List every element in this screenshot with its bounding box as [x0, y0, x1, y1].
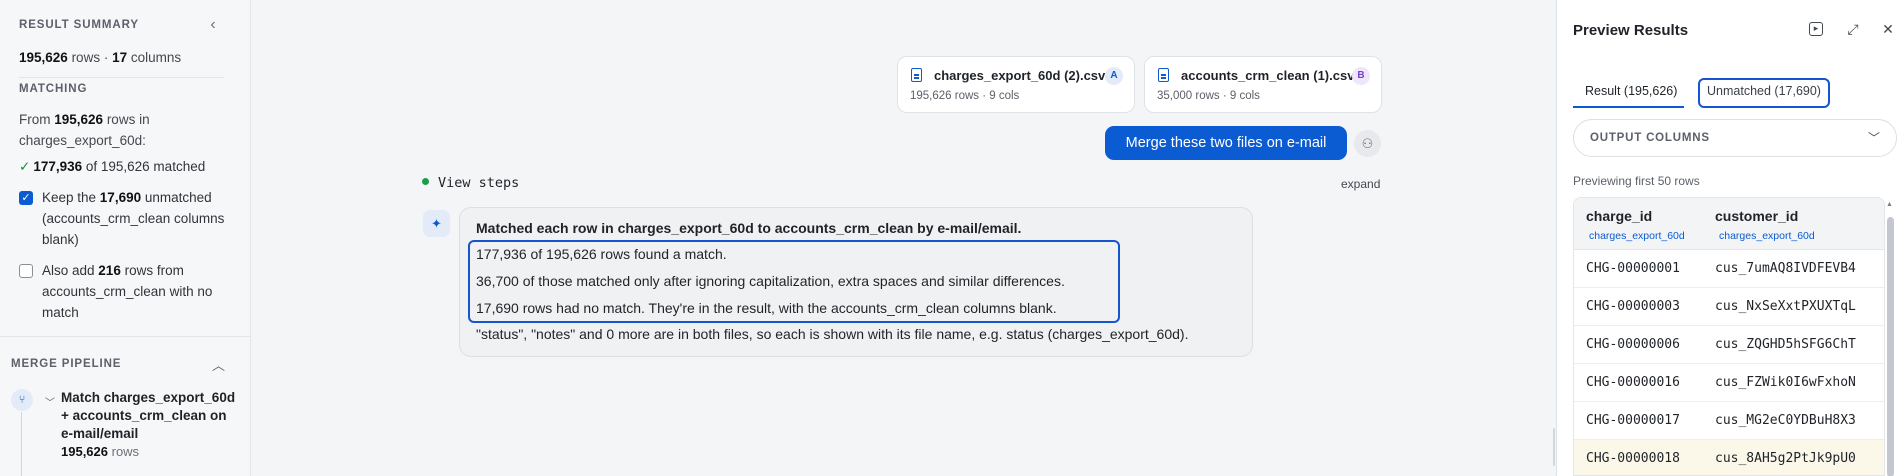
from-rows: 195,626 — [54, 112, 104, 127]
output-columns-dropdown[interactable]: OUTPUT COLUMNS ﹀ — [1573, 119, 1897, 157]
columns-word: columns — [127, 50, 182, 65]
table-cell: CHG-00000003 — [1586, 299, 1680, 314]
keep-unmatched-label: Keep the 17,690 unmatched (accounts_crm_… — [42, 187, 234, 250]
table-cell: cus_NxSeXxtPXUXTqL — [1715, 299, 1856, 314]
table-cell: cus_8AH5g2PtJk9pU0 — [1715, 451, 1856, 466]
table-row: CHG-00000001 cus_7umAQ8IVDFEVB4 — [1574, 250, 1884, 288]
file-badge: B — [1352, 67, 1370, 85]
highlight-box — [468, 240, 1120, 323]
expand-link[interactable]: expand — [1341, 177, 1380, 191]
file-chip-a[interactable]: charges_export_60d (2).csv 195,626 rows … — [897, 56, 1135, 113]
keep-unmatched-checkbox[interactable]: ✓ — [19, 191, 33, 205]
keep-prefix: Keep the — [42, 190, 100, 205]
file-icon — [911, 68, 922, 82]
also-count: 216 — [98, 263, 121, 278]
result-sidebar: RESULT SUMMARY ‹ 195,626 rows · 17 colum… — [0, 0, 251, 476]
close-icon[interactable]: ✕ — [1879, 20, 1897, 38]
pipeline-step-label[interactable]: Match charges_export_60d + accounts_crm_… — [61, 389, 241, 443]
columns-count: 17 — [112, 50, 128, 65]
divider — [19, 77, 224, 78]
view-steps-label: View steps — [438, 175, 520, 191]
table-scrollbar[interactable]: ▲ — [1886, 197, 1895, 476]
user-message-bubble: Merge these two files on e-mail — [1105, 126, 1347, 160]
pipeline-step-rows: 195,626 rows — [61, 444, 139, 459]
add-unmatched-crm-checkbox[interactable] — [19, 264, 33, 278]
table-header: charge_id charges_export_60d customer_id… — [1574, 198, 1884, 250]
rows-word: rows · — [67, 50, 113, 65]
result-summary-heading: RESULT SUMMARY — [19, 19, 139, 31]
file-badge: A — [1105, 67, 1123, 85]
output-columns-label: OUTPUT COLUMNS — [1590, 132, 1710, 144]
preview-table: charge_id charges_export_60d customer_id… — [1573, 197, 1885, 476]
chevron-down-icon: ﹀ — [1867, 131, 1880, 145]
table-row: CHG-00000017 cus_MG2eC0YDBuH8X3 — [1574, 402, 1884, 440]
also-prefix: Also add — [42, 263, 99, 278]
file-name: accounts_crm_clean (1).csv — [1181, 68, 1355, 83]
table-cell: CHG-00000001 — [1586, 261, 1680, 276]
reply-title: Matched each row in charges_export_60d t… — [476, 220, 1022, 236]
table-row: CHG-00000016 cus_FZWik0I6wFxhoN — [1574, 364, 1884, 402]
resize-handle[interactable] — [1553, 428, 1555, 466]
column-header[interactable]: customer_id — [1715, 208, 1798, 224]
table-cell: CHG-00000006 — [1586, 337, 1680, 352]
add-unmatched-crm-label: Also add 216 rows from accounts_crm_clea… — [42, 260, 219, 323]
chevron-down-icon[interactable]: ﹀ — [45, 394, 55, 409]
table-cell: CHG-00000017 — [1586, 413, 1680, 428]
file-meta: 35,000 rows · 9 cols — [1157, 90, 1260, 102]
matched-summary: ✓ 177,936 of 195,626 matched — [19, 159, 205, 175]
keep-count: 17,690 — [99, 190, 142, 205]
assistant-sparkle-icon: ✦ — [423, 210, 450, 237]
table-cell: cus_MG2eC0YDBuH8X3 — [1715, 413, 1856, 428]
rows-count: 195,626 — [19, 50, 68, 65]
tab-result[interactable]: Result (195,626) — [1573, 78, 1684, 108]
scrollbar-thumb[interactable] — [1887, 217, 1894, 476]
preview-note: Previewing first 50 rows — [1573, 174, 1700, 188]
matched-suffix: of 195,626 matched — [82, 159, 206, 174]
status-dot-icon — [422, 178, 429, 185]
toggle-panel-icon[interactable]: ▸ — [1809, 22, 1823, 36]
column-source: charges_export_60d — [1719, 230, 1815, 242]
step-rows-word: rows — [108, 444, 140, 459]
matched-count: 177,936 — [33, 159, 83, 174]
expand-icon[interactable]: ⤢ — [1844, 20, 1862, 38]
table-cell: cus_ZQGHD5hSFG6ChT — [1715, 337, 1856, 352]
matching-from-text: From 195,626 rows in charges_export_60d: — [19, 109, 219, 151]
chevron-left-icon: ‹ — [210, 16, 216, 33]
table-cell: CHG-00000016 — [1586, 375, 1680, 390]
add-unmatched-crm-option[interactable]: Also add 216 rows from accounts_crm_clea… — [19, 260, 219, 323]
file-name: charges_export_60d (2).csv — [934, 68, 1106, 83]
file-chip-b[interactable]: accounts_crm_clean (1).csv 35,000 rows ·… — [1144, 56, 1382, 113]
view-steps-toggle[interactable]: View steps — [422, 175, 519, 191]
table-cell: cus_7umAQ8IVDFEVB4 — [1715, 261, 1856, 276]
merge-node-icon: ⑂ — [11, 389, 33, 411]
merge-pipeline-heading: MERGE PIPELINE — [11, 358, 122, 370]
table-row: CHG-00000018 cus_8AH5g2PtJk9pU0 — [1574, 440, 1884, 475]
user-avatar-icon: ⚇ — [1354, 130, 1381, 157]
table-cell: CHG-00000018 — [1586, 451, 1680, 466]
table-cell: cus_FZWik0I6wFxhoN — [1715, 375, 1856, 390]
checkmark-icon: ✓ — [19, 159, 31, 174]
column-source: charges_export_60d — [1589, 230, 1685, 242]
from-prefix: From — [19, 112, 55, 127]
result-summary-line: 195,626 rows · 17 columns — [19, 50, 181, 65]
pipeline-connector — [21, 412, 22, 476]
file-icon — [1158, 68, 1169, 82]
tab-unmatched[interactable]: Unmatched (17,690) — [1698, 78, 1830, 108]
scroll-up-icon[interactable]: ▲ — [1886, 201, 1893, 208]
collapse-sidebar-button[interactable]: ‹ — [205, 16, 221, 34]
table-row: CHG-00000003 cus_NxSeXxtPXUXTqL — [1574, 288, 1884, 326]
matching-heading: MATCHING — [19, 83, 88, 95]
chevron-up-icon[interactable]: ︿ — [212, 355, 225, 374]
preview-title: Preview Results — [1573, 22, 1689, 39]
preview-panel: Preview Results ▸ ⤢ ✕ Result (195,626) U… — [1556, 0, 1903, 476]
column-header[interactable]: charge_id — [1586, 208, 1652, 224]
reply-line: "status", "notes" and 0 more are in both… — [476, 326, 1189, 342]
keep-unmatched-option[interactable]: ✓ Keep the 17,690 unmatched (accounts_cr… — [19, 187, 234, 250]
step-rows: 195,626 — [61, 444, 108, 459]
file-meta: 195,626 rows · 9 cols — [910, 90, 1020, 102]
table-row: CHG-00000006 cus_ZQGHD5hSFG6ChT — [1574, 326, 1884, 364]
